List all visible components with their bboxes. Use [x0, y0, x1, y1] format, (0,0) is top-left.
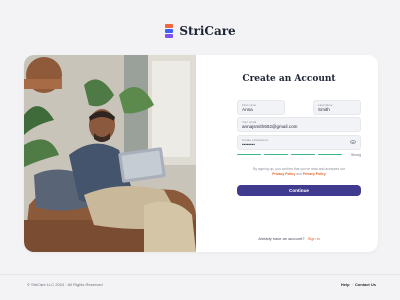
- help-link[interactable]: Help: [341, 282, 350, 287]
- hero-photo: [24, 55, 196, 252]
- brand-logo[interactable]: StriCare: [0, 24, 400, 38]
- strength-segment: [264, 153, 288, 156]
- last-name-field[interactable]: Last Name: [313, 100, 361, 115]
- footer-separator: ·: [351, 282, 353, 287]
- form-title: Create an Account: [242, 74, 336, 84]
- password-field[interactable]: Create a Password: [237, 135, 361, 150]
- signup-form: Create an Account First name Last Name Y…: [210, 55, 368, 252]
- terms-and: and: [296, 172, 302, 176]
- privacy-policy-link-2[interactable]: Privacy Policy: [303, 172, 326, 176]
- hero-photo-illustration: [24, 55, 196, 252]
- signin-prompt: Already have an account? Sign in: [210, 236, 368, 241]
- brand-mark-icon: [164, 24, 174, 38]
- privacy-policy-link[interactable]: Privacy Policy: [272, 172, 295, 176]
- first-name-input[interactable]: [242, 107, 280, 113]
- continue-button[interactable]: Continue: [237, 185, 361, 196]
- first-name-field[interactable]: First name: [237, 100, 285, 115]
- strength-label: Strong: [351, 152, 361, 157]
- footer-divider: [0, 274, 400, 275]
- strength-segment: [237, 153, 261, 156]
- strength-segment: [318, 153, 342, 156]
- signin-link[interactable]: Sign in: [308, 236, 320, 241]
- signin-prompt-text: Already have an account?: [258, 236, 305, 241]
- email-input[interactable]: [242, 124, 356, 130]
- last-name-input[interactable]: [318, 107, 356, 113]
- strength-segment: [291, 153, 315, 156]
- contact-us-link[interactable]: Contact Us: [355, 282, 376, 287]
- brand-name: StriCare: [179, 24, 236, 38]
- footer-copyright: © StriCare LLC 2024 · All Rights Reserve…: [27, 282, 103, 287]
- terms-prefix: By signing up, you confirm that you've r…: [253, 167, 345, 171]
- password-strength-meter: Strong: [237, 152, 361, 157]
- footer-links: Help · Contact Us: [341, 282, 376, 287]
- signup-card: Create an Account First name Last Name Y…: [24, 55, 378, 252]
- password-input[interactable]: [242, 142, 356, 148]
- show-password-eye-icon[interactable]: [350, 140, 356, 144]
- email-field[interactable]: Your email: [237, 117, 361, 132]
- terms-text: By signing up, you confirm that you've r…: [248, 167, 350, 177]
